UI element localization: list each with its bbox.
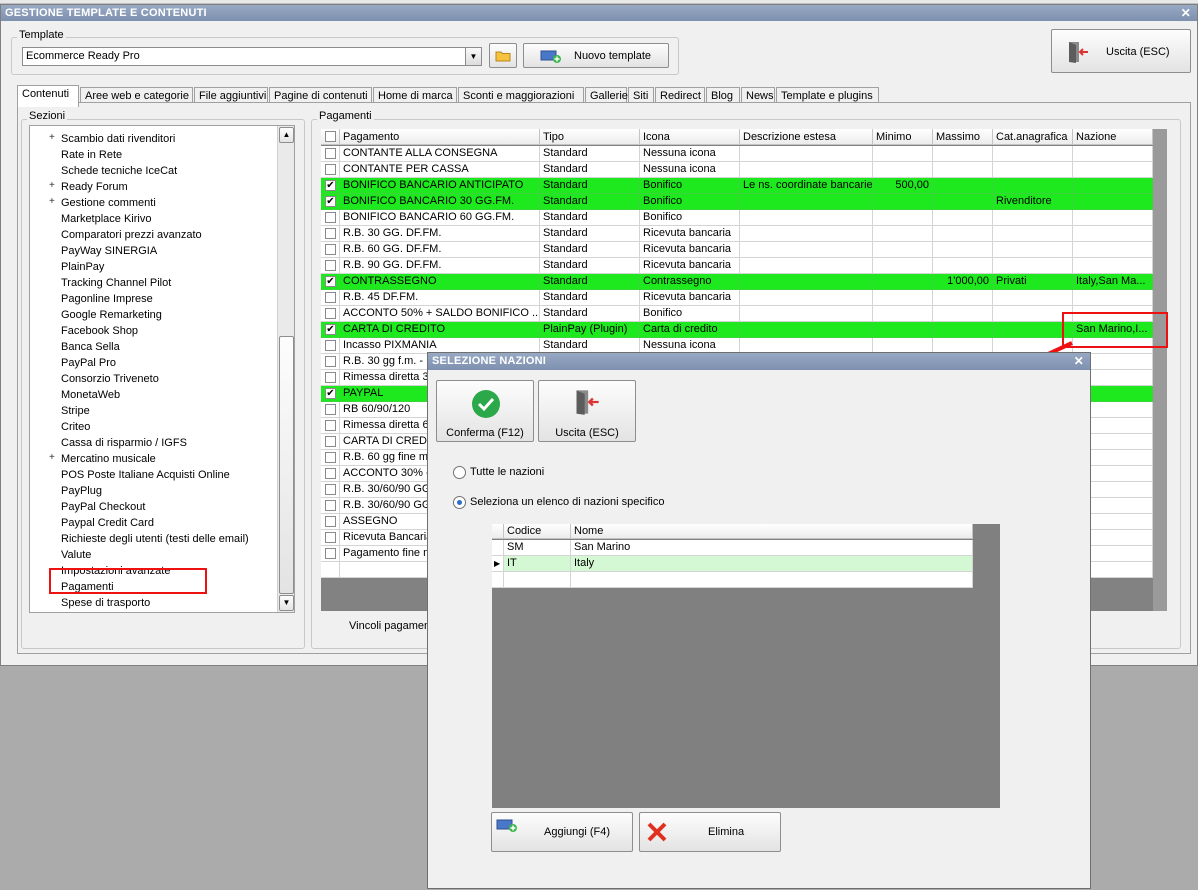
dialog-exit-label: Uscita (ESC) bbox=[555, 427, 619, 439]
country-empty-cell bbox=[492, 572, 504, 588]
radio-specific-countries[interactable] bbox=[453, 496, 466, 509]
radio-all-label: Tutte le nazioni bbox=[470, 466, 545, 478]
country-new-row[interactable] bbox=[492, 572, 973, 588]
dialog-titlebar: SELEZIONE NAZIONI ✕ bbox=[428, 353, 1090, 370]
country-column-header[interactable]: Codice bbox=[504, 524, 571, 539]
country-code-cell: IT bbox=[504, 556, 571, 572]
country-code-cell: SM bbox=[504, 540, 571, 556]
country-column-header[interactable]: Nome bbox=[571, 524, 973, 539]
radio-specific-label: Seleziona un elenco di nazioni specifico bbox=[470, 496, 665, 508]
radio-all-countries[interactable] bbox=[453, 466, 466, 479]
countries-grid[interactable]: Codice Nome SM San Marino ▶ IT Italy bbox=[492, 524, 1000, 808]
dialog-close-icon[interactable]: ✕ bbox=[1074, 353, 1084, 370]
delete-country-label: Elimina bbox=[708, 826, 745, 838]
row-header-cell bbox=[492, 524, 504, 539]
checkmark-icon bbox=[472, 390, 500, 418]
add-country-button[interactable]: Aggiungi (F4) bbox=[491, 812, 633, 852]
country-empty-cell bbox=[504, 572, 571, 588]
exit-door-icon bbox=[576, 390, 599, 415]
country-selection-dialog: SELEZIONE NAZIONI ✕ Conferma (F12) Uscit… bbox=[427, 352, 1091, 889]
row-indicator: ▶ bbox=[492, 556, 504, 572]
country-name-cell: Italy bbox=[571, 556, 973, 572]
row-indicator bbox=[492, 540, 504, 556]
dialog-title: SELEZIONE NAZIONI bbox=[432, 355, 547, 367]
dialog-exit-button[interactable]: Uscita (ESC) bbox=[538, 380, 636, 442]
confirm-button[interactable]: Conferma (F12) bbox=[436, 380, 534, 442]
country-row[interactable]: ▶ IT Italy bbox=[492, 556, 973, 572]
delete-x-icon bbox=[647, 822, 667, 842]
country-empty-cell bbox=[571, 572, 973, 588]
country-name-cell: San Marino bbox=[571, 540, 973, 556]
add-icon bbox=[496, 819, 517, 832]
tab-0[interactable]: Contenuti bbox=[17, 85, 79, 107]
country-row[interactable]: SM San Marino bbox=[492, 540, 973, 556]
add-country-label: Aggiungi (F4) bbox=[544, 826, 611, 838]
confirm-label: Conferma (F12) bbox=[446, 427, 524, 439]
delete-country-button[interactable]: Elimina bbox=[639, 812, 781, 852]
